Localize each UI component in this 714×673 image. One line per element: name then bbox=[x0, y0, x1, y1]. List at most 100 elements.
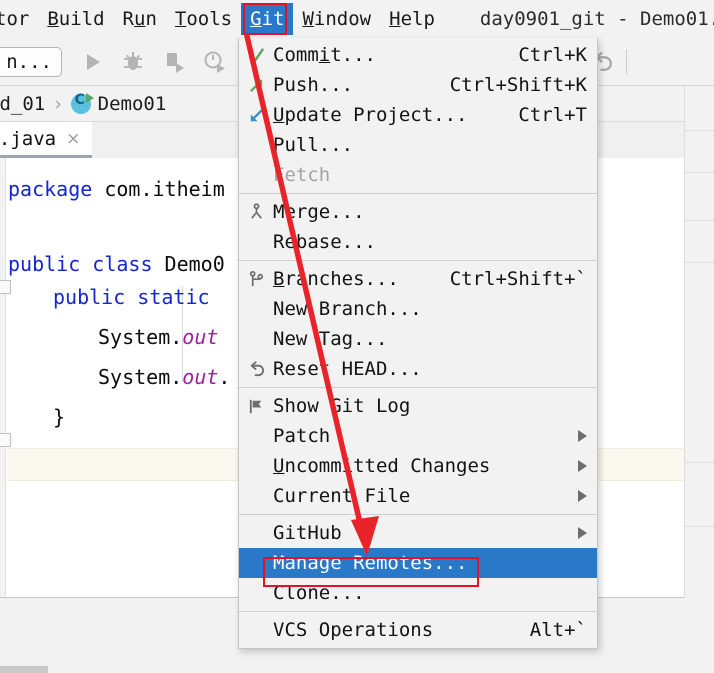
menu-item-label: VCS Operations bbox=[273, 619, 512, 641]
menu-item-no-icon bbox=[239, 229, 273, 255]
breadcrumb-project[interactable]: ld_01 bbox=[0, 93, 45, 115]
menu-item-shortcut: Ctrl+Shift+` bbox=[450, 268, 587, 290]
run-with-coverage-icon[interactable] bbox=[162, 50, 186, 74]
push-arrow-icon bbox=[239, 72, 273, 98]
menu-item-show-git-log[interactable]: Show Git Log bbox=[239, 391, 597, 421]
menu-item-label: Pull... bbox=[273, 134, 587, 156]
menu-item-no-icon bbox=[239, 423, 273, 449]
run-configuration-selector[interactable]: n... bbox=[0, 47, 62, 77]
editor-gutter bbox=[0, 158, 6, 598]
merge-icon bbox=[239, 199, 273, 225]
menu-item-manage-remotes[interactable]: Manage Remotes... bbox=[239, 548, 597, 578]
menubar-item-run[interactable]: Run bbox=[114, 3, 166, 35]
menu-item-no-icon bbox=[239, 580, 273, 606]
menu-item-rebase[interactable]: Rebase... bbox=[239, 227, 597, 257]
menu-item-push[interactable]: Push... Ctrl+Shift+K bbox=[239, 70, 597, 100]
window-title: day0901_git - Demo01.j bbox=[480, 8, 714, 30]
menu-item-patch[interactable]: Patch bbox=[239, 421, 597, 451]
menu-separator bbox=[239, 611, 597, 612]
menu-item-shortcut: Alt+` bbox=[530, 619, 587, 641]
menu-item-no-icon bbox=[239, 617, 273, 643]
breadcrumb-class[interactable]: Demo01 bbox=[98, 93, 167, 115]
menu-item-merge[interactable]: Merge... bbox=[239, 197, 597, 227]
menu-item-label: Update Project... bbox=[273, 104, 500, 126]
menu-item-label: Show Git Log bbox=[273, 395, 587, 417]
menu-item-no-icon bbox=[239, 453, 273, 479]
editor-tab-demo01[interactable]: 01.java × bbox=[0, 122, 92, 158]
menu-item-label: Clone... bbox=[273, 582, 587, 604]
menu-separator bbox=[239, 387, 597, 388]
menubar-item-git[interactable]: Git bbox=[241, 3, 293, 35]
reset-undo-icon bbox=[239, 356, 273, 382]
menu-item-github[interactable]: GitHub bbox=[239, 518, 597, 548]
commit-check-icon bbox=[239, 42, 273, 68]
menu-item-label: New Branch... bbox=[273, 298, 587, 320]
git-dropdown-menu[interactable]: Commit... Ctrl+K Push... Ctrl+Shift+K Update… bbox=[238, 38, 598, 649]
menu-item-shortcut: Ctrl+Shift+K bbox=[450, 74, 587, 96]
debug-icon[interactable] bbox=[121, 50, 145, 74]
menu-item-update-project[interactable]: Update Project... Ctrl+T bbox=[239, 100, 597, 130]
git-log-icon bbox=[239, 393, 273, 419]
menu-item-shortcut: Ctrl+T bbox=[518, 104, 587, 126]
menubar-item-tor[interactable]: tor bbox=[0, 3, 38, 35]
menu-separator bbox=[239, 260, 597, 261]
code-line: System.out. bbox=[8, 366, 230, 388]
submenu-arrow-icon bbox=[578, 490, 587, 502]
menu-item-no-icon bbox=[239, 296, 273, 322]
menu-item-pull[interactable]: Pull... bbox=[239, 130, 597, 160]
ide-window: torBuildRunToolsGitWindowHelp day0901_gi… bbox=[0, 0, 714, 673]
menu-item-label: Uncommitted Changes bbox=[273, 455, 562, 477]
menubar-item-build[interactable]: Build bbox=[38, 3, 113, 35]
run-configuration-label: n... bbox=[6, 51, 52, 73]
menu-item-label: New Tag... bbox=[273, 328, 587, 350]
menu-item-uncommitted-changes[interactable]: Uncommitted Changes bbox=[239, 451, 597, 481]
java-class-icon bbox=[71, 94, 91, 114]
menu-item-label: Current File bbox=[273, 485, 562, 507]
menu-item-label: Patch bbox=[273, 425, 562, 447]
menu-item-label: Push... bbox=[273, 74, 432, 96]
menu-item-commit[interactable]: Commit... Ctrl+K bbox=[239, 40, 597, 70]
menu-item-label: Rebase... bbox=[273, 231, 587, 253]
submenu-arrow-icon bbox=[578, 460, 587, 472]
editor-tab-label: 01.java bbox=[0, 128, 56, 150]
menu-separator bbox=[239, 193, 597, 194]
menu-separator bbox=[239, 514, 597, 515]
menu-item-label: Reset HEAD... bbox=[273, 358, 587, 380]
branch-icon bbox=[239, 266, 273, 292]
menubar-item-window[interactable]: Window bbox=[293, 3, 380, 35]
menu-item-no-icon bbox=[239, 520, 273, 546]
menu-item-label: Branches... bbox=[273, 268, 432, 290]
run-icon[interactable] bbox=[80, 50, 104, 74]
menu-item-current-file[interactable]: Current File bbox=[239, 481, 597, 511]
toolbar-divider bbox=[626, 49, 627, 75]
submenu-arrow-icon bbox=[578, 527, 587, 539]
menubar-item-help[interactable]: Help bbox=[380, 3, 444, 35]
breadcrumb-separator: › bbox=[52, 93, 63, 115]
menu-item-clone[interactable]: Clone... bbox=[239, 578, 597, 608]
code-line: public class Demo0 bbox=[8, 253, 225, 275]
profiler-icon[interactable] bbox=[203, 50, 227, 74]
menu-item-branches[interactable]: Branches... Ctrl+Shift+` bbox=[239, 264, 597, 294]
menu-item-no-icon bbox=[239, 162, 273, 188]
menu-item-label: Commit... bbox=[273, 44, 500, 66]
menu-item-no-icon bbox=[239, 550, 273, 576]
right-tool-strip bbox=[684, 86, 714, 598]
status-bar-indicator bbox=[0, 666, 48, 673]
menu-item-label: GitHub bbox=[273, 522, 562, 544]
code-line: System.out bbox=[8, 326, 218, 348]
menu-item-fetch: Fetch bbox=[239, 160, 597, 190]
menu-item-shortcut: Ctrl+K bbox=[518, 44, 587, 66]
menubar-item-tools[interactable]: Tools bbox=[166, 3, 241, 35]
close-icon[interactable]: × bbox=[66, 129, 80, 149]
code-line: public static bbox=[8, 286, 222, 308]
submenu-arrow-icon bbox=[578, 430, 587, 442]
menu-item-no-icon bbox=[239, 483, 273, 509]
menu-item-no-icon bbox=[239, 326, 273, 352]
code-line: } bbox=[8, 406, 65, 428]
menu-item-reset-head[interactable]: Reset HEAD... bbox=[239, 354, 597, 384]
menu-item-new-tag[interactable]: New Tag... bbox=[239, 324, 597, 354]
menu-item-vcs-operations[interactable]: VCS Operations Alt+` bbox=[239, 615, 597, 645]
menu-item-label: Merge... bbox=[273, 201, 587, 223]
menu-item-new-branch[interactable]: New Branch... bbox=[239, 294, 597, 324]
menu-item-label: Manage Remotes... bbox=[273, 552, 587, 574]
